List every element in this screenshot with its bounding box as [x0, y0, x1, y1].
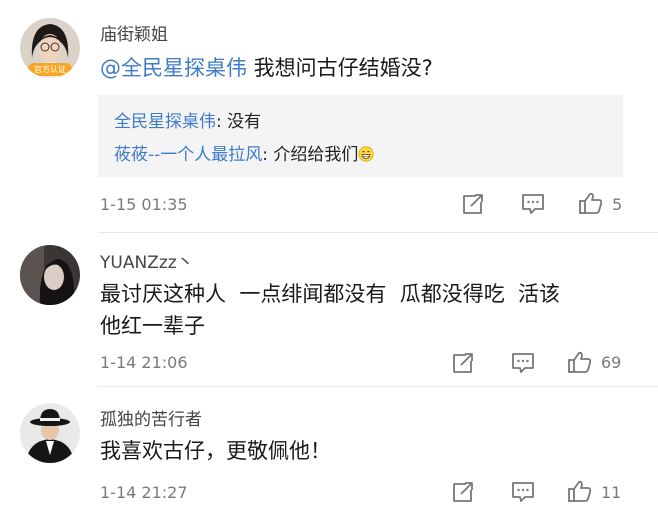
thumbs-up-icon[interactable] [567, 479, 593, 503]
reply-text: : 没有 [216, 112, 262, 132]
grin-emoji-icon [358, 146, 375, 162]
comment-icon[interactable] [510, 480, 536, 504]
share-icon[interactable] [460, 192, 486, 216]
share-icon[interactable] [450, 480, 476, 504]
timestamp: 1-14 21:27 [100, 483, 188, 502]
comment-text: 最讨厌这种人 一点绯闻都没有 瓜都没得吃 活该 他红一辈子 [100, 278, 630, 342]
reply-author[interactable]: 莜莜--一个人最拉风 [114, 145, 262, 165]
reply-line: 莜莜--一个人最拉风: 介绍给我们 [114, 140, 375, 165]
comment-icon[interactable] [510, 351, 536, 375]
reply-text: : 介绍给我们 [262, 145, 359, 165]
reply-author[interactable]: 全民星探桌伟 [114, 112, 216, 132]
comment-body-line: 最讨厌这种人 一点绯闻都没有 瓜都没得吃 活该 [100, 282, 561, 306]
timestamp: 1-15 01:35 [100, 195, 188, 214]
mention-link[interactable]: @全民星探桌伟 [100, 56, 247, 80]
thumbs-up-icon[interactable] [578, 191, 604, 215]
avatar[interactable] [20, 403, 80, 463]
comment-body: 我想问古仔结婚没? [247, 56, 433, 80]
username[interactable]: 孤独的苦行者 [100, 405, 202, 430]
thumbs-up-icon[interactable] [567, 350, 593, 374]
username[interactable]: 庙街颖姐 [100, 20, 168, 45]
comment-text: 我喜欢古仔，更敬佩他！ [100, 435, 630, 467]
avatar[interactable]: 官方认证 [20, 18, 80, 78]
verified-badge: 官方认证 [28, 63, 72, 76]
avatar-image [20, 245, 80, 305]
like-count: 11 [601, 483, 622, 502]
comment-body: 我喜欢古仔，更敬佩他！ [100, 439, 331, 463]
comment-body-line: 他红一辈子 [100, 314, 205, 338]
avatar-image [20, 403, 80, 463]
comment-text: @全民星探桌伟 我想问古仔结婚没? [100, 52, 630, 84]
comment-item: 孤独的苦行者 我喜欢古仔，更敬佩他！ 1-14 21:27 11 [0, 387, 658, 529]
username[interactable]: YUANZzz丶 [100, 248, 194, 273]
timestamp: 1-14 21:06 [100, 353, 188, 372]
reply-line: 全民星探桌伟: 没有 [114, 107, 261, 132]
like-count: 5 [612, 195, 623, 214]
like-count: 69 [601, 353, 622, 372]
comment-item: 官方认证 庙街颖姐 @全民星探桌伟 我想问古仔结婚没? 全民星探桌伟: 没有 莜… [0, 0, 658, 232]
reply-preview[interactable]: 全民星探桌伟: 没有 莜莜--一个人最拉风: 介绍给我们 [98, 95, 623, 177]
comment-icon[interactable] [520, 192, 546, 216]
comment-item: YUANZzz丶 最讨厌这种人 一点绯闻都没有 瓜都没得吃 活该 他红一辈子 1… [0, 233, 658, 386]
share-icon[interactable] [450, 351, 476, 375]
avatar[interactable] [20, 245, 80, 305]
